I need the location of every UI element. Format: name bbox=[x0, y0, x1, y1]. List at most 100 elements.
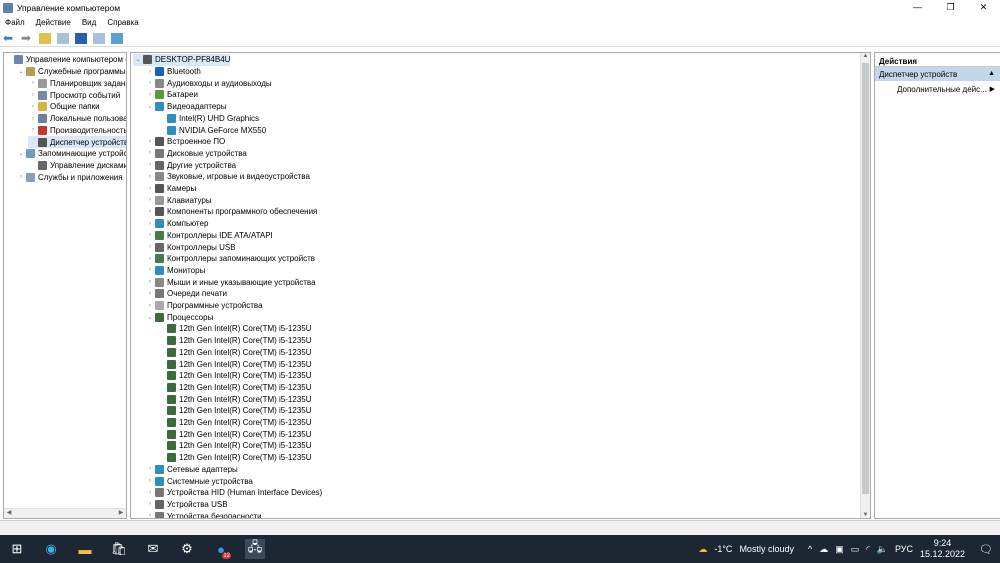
settings-icon[interactable]: ⚙ bbox=[177, 539, 197, 559]
language-indicator[interactable]: РУС bbox=[895, 544, 913, 554]
edge-icon[interactable]: ◉ bbox=[41, 539, 61, 559]
tree-item[interactable]: 12th Gen Intel(R) Core(TM) i5-1235U bbox=[157, 452, 312, 464]
expand-arrow-icon[interactable]: › bbox=[145, 221, 155, 227]
tree-item[interactable]: › Локальные пользовате bbox=[28, 113, 126, 125]
computer-management-taskbar-icon[interactable]: 🖧 bbox=[245, 539, 265, 559]
expand-arrow-icon[interactable]: › bbox=[145, 209, 155, 215]
tree-item[interactable]: › Сетевые адаптеры bbox=[145, 464, 238, 476]
collapse-arrow-icon[interactable]: ⌄ bbox=[145, 314, 155, 321]
tree-item[interactable]: 12th Gen Intel(R) Core(TM) i5-1235U bbox=[157, 428, 312, 440]
weather-text[interactable]: Mostly cloudy bbox=[739, 544, 794, 554]
tree-item[interactable]: › Батареи bbox=[145, 89, 198, 101]
expand-arrow-icon[interactable]: › bbox=[145, 256, 155, 262]
menu-action[interactable]: Действие bbox=[36, 16, 71, 29]
menu-file[interactable]: Файл bbox=[5, 16, 25, 29]
maximize-button[interactable]: ❐ bbox=[934, 0, 967, 15]
expand-arrow-icon[interactable]: › bbox=[145, 513, 155, 518]
expand-arrow-icon[interactable]: › bbox=[28, 80, 38, 86]
tree-item[interactable]: 12th Gen Intel(R) Core(TM) i5-1235U bbox=[157, 323, 312, 335]
minimize-button[interactable]: — bbox=[901, 0, 934, 15]
tree-item[interactable]: › Очереди печати bbox=[145, 288, 227, 300]
expand-arrow-icon[interactable]: › bbox=[28, 127, 38, 133]
expand-arrow-icon[interactable]: › bbox=[145, 232, 155, 238]
monitor-icon[interactable] bbox=[111, 32, 123, 44]
tree-item[interactable]: › Планировщик заданий bbox=[28, 78, 126, 90]
tree-item[interactable]: Управление дисками bbox=[28, 160, 126, 172]
expand-arrow-icon[interactable]: › bbox=[145, 186, 155, 192]
tree-item[interactable]: › Компоненты программного обеспечения bbox=[145, 206, 317, 218]
tree-item[interactable]: 12th Gen Intel(R) Core(TM) i5-1235U bbox=[157, 358, 312, 370]
tree-item[interactable]: › Программные устройства bbox=[145, 300, 263, 312]
tree-item[interactable]: › Системные устройства bbox=[145, 475, 253, 487]
tree-item[interactable]: 12th Gen Intel(R) Core(TM) i5-1235U bbox=[157, 335, 312, 347]
expand-arrow-icon[interactable]: › bbox=[145, 279, 155, 285]
tree-item[interactable]: 12th Gen Intel(R) Core(TM) i5-1235U bbox=[157, 440, 312, 452]
expand-arrow-icon[interactable]: › bbox=[145, 197, 155, 203]
tree-item[interactable]: › Bluetooth bbox=[145, 66, 201, 78]
notifications-icon[interactable]: 🗨 bbox=[979, 543, 993, 556]
tree-item[interactable]: › Устройства безопасности bbox=[145, 510, 262, 518]
tree-item[interactable]: › Звуковые, игровые и видеоустройства bbox=[145, 171, 310, 183]
expand-arrow-icon[interactable]: › bbox=[145, 174, 155, 180]
tree-item[interactable]: › Службы и приложения bbox=[16, 172, 123, 184]
tree-item[interactable]: › Устройства HID (Human Interface Devices… bbox=[145, 487, 322, 499]
meet-icon[interactable]: ▣ bbox=[835, 544, 844, 555]
expand-arrow-icon[interactable]: › bbox=[145, 466, 155, 472]
tree-item[interactable]: › Дисковые устройства bbox=[145, 148, 247, 160]
expand-arrow-icon[interactable]: › bbox=[145, 80, 155, 86]
tree-item[interactable]: › Встроенное ПО bbox=[145, 136, 225, 148]
weather-temp[interactable]: -1°C bbox=[714, 544, 732, 554]
tree-item[interactable]: 12th Gen Intel(R) Core(TM) i5-1235U bbox=[157, 347, 312, 359]
expand-arrow-icon[interactable]: › bbox=[28, 104, 38, 110]
menu-view[interactable]: Вид bbox=[82, 16, 96, 29]
onedrive-icon[interactable]: ☁ bbox=[819, 544, 828, 555]
tree-item[interactable]: Intel(R) UHD Graphics bbox=[157, 113, 259, 125]
battery-icon[interactable]: ▭ bbox=[851, 544, 860, 555]
tree-item[interactable]: ⌄ Процессоры bbox=[145, 311, 213, 323]
expand-arrow-icon[interactable]: › bbox=[145, 92, 155, 98]
tree-item[interactable]: 12th Gen Intel(R) Core(TM) i5-1235U bbox=[157, 393, 312, 405]
expand-arrow-icon[interactable]: › bbox=[28, 92, 38, 98]
expand-arrow-icon[interactable]: › bbox=[145, 150, 155, 156]
help-icon[interactable] bbox=[75, 32, 87, 44]
expand-arrow-icon[interactable]: › bbox=[145, 162, 155, 168]
tree-item[interactable]: › Контроллеры запоминающих устройств bbox=[145, 253, 315, 265]
tree-item[interactable]: 12th Gen Intel(R) Core(TM) i5-1235U bbox=[157, 382, 312, 394]
expand-arrow-icon[interactable]: › bbox=[145, 139, 155, 145]
forward-icon[interactable]: ➡ bbox=[21, 32, 33, 44]
expand-arrow-icon[interactable]: › bbox=[145, 501, 155, 507]
tree-item[interactable]: › Аудиовходы и аудиовыходы bbox=[145, 77, 272, 89]
tree-item[interactable]: ⌄ Запоминающие устройств bbox=[16, 148, 126, 160]
menu-help[interactable]: Справка bbox=[107, 16, 138, 29]
horizontal-scrollbar[interactable]: ◀ ▶ bbox=[4, 508, 126, 518]
tree-item[interactable]: › Контроллеры USB bbox=[145, 241, 236, 253]
collapse-arrow-icon[interactable]: ⌄ bbox=[16, 68, 26, 75]
tree-item[interactable]: ⌄ Служебные программы bbox=[16, 66, 125, 78]
volume-icon[interactable]: 🔈 bbox=[877, 544, 888, 555]
file-explorer-icon[interactable]: ▬ bbox=[75, 539, 95, 559]
expand-arrow-icon[interactable]: › bbox=[145, 267, 155, 273]
store-icon[interactable]: 🛍 bbox=[109, 539, 129, 559]
collapse-arrow-icon[interactable]: ⌄ bbox=[16, 150, 26, 157]
scrollbar-thumb[interactable] bbox=[862, 63, 869, 494]
tree-item[interactable]: › Мыши и иные указывающие устройства bbox=[145, 276, 316, 288]
tree-item[interactable]: › Другие устройства bbox=[145, 159, 236, 171]
close-button[interactable]: ✕ bbox=[967, 0, 1000, 15]
telegram-icon[interactable]: ● 12 bbox=[211, 539, 231, 559]
expand-arrow-icon[interactable]: › bbox=[145, 291, 155, 297]
vertical-scrollbar[interactable]: ▲ ▼ bbox=[860, 53, 870, 518]
tree-item[interactable]: ⌄ Видеоадаптеры bbox=[145, 101, 227, 113]
weather-icon[interactable]: ☁ bbox=[698, 544, 707, 555]
mail-icon[interactable]: ✉ bbox=[143, 539, 163, 559]
tree-item[interactable]: ⌄ DESKTOP-PF84B4U bbox=[133, 54, 231, 66]
expand-arrow-icon[interactable]: › bbox=[145, 303, 155, 309]
tree-item[interactable]: › Компьютер bbox=[145, 218, 208, 230]
tree-item[interactable]: › Камеры bbox=[145, 183, 196, 195]
actions-section-device-manager[interactable]: Диспетчер устройств ▲ bbox=[875, 67, 1000, 81]
tree-item[interactable]: 12th Gen Intel(R) Core(TM) i5-1235U bbox=[157, 405, 312, 417]
tree-item[interactable]: › Производительность bbox=[28, 125, 126, 137]
tree-item[interactable]: Диспетчер устройств bbox=[28, 136, 126, 148]
wifi-icon[interactable]: ◜ bbox=[866, 544, 870, 555]
collapse-arrow-icon[interactable]: ⌄ bbox=[133, 56, 143, 63]
collapse-arrow-icon[interactable]: ⌄ bbox=[145, 103, 155, 110]
